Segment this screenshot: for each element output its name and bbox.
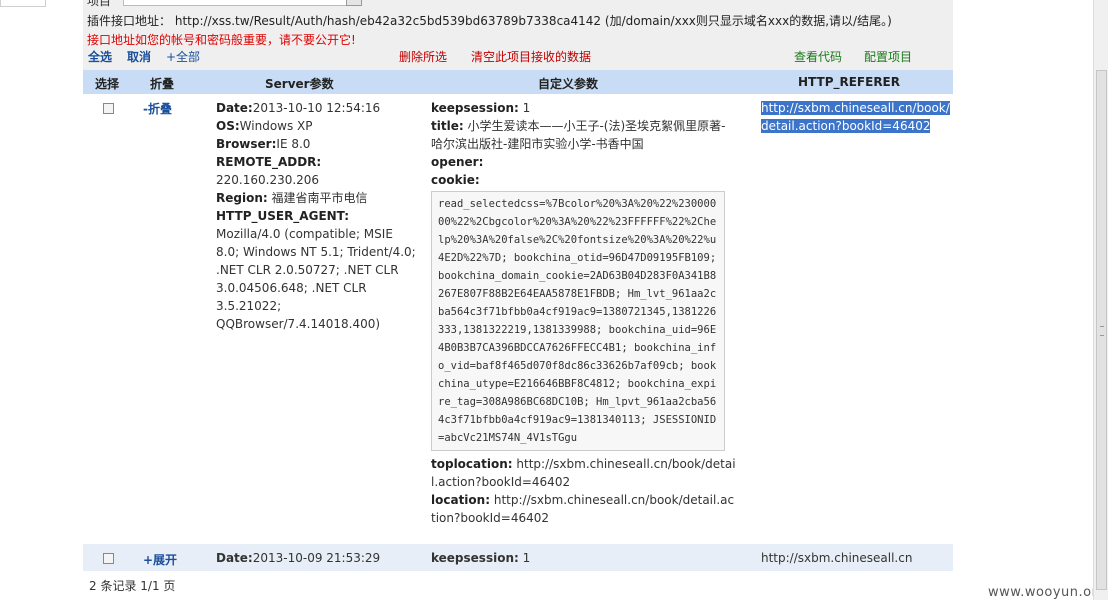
config-project-link[interactable]: 配置项目: [864, 48, 912, 65]
interface-warning: 接口地址如您的帐号和密码般重要，请不要公开它!: [87, 33, 356, 47]
http-referer-cell: http://sxbm.chineseall.cn/book/detail.ac…: [761, 99, 951, 135]
header-select: 选择: [95, 77, 120, 91]
keepsession-value: 1: [522, 551, 531, 565]
cookie-key: cookie:: [431, 173, 480, 187]
left-frame-edge: [0, 0, 46, 7]
keepsession-key: keepsession:: [431, 101, 519, 115]
remote-addr-key: REMOTE_ADDR:: [216, 155, 322, 169]
custom-params-cell: keepsession: 1: [431, 551, 530, 565]
cookie-value-box[interactable]: read_selectedcss=%7Bcolor%20%3A%20%22%23…: [431, 191, 725, 451]
keepsession-value: 1: [522, 101, 531, 115]
table-header: 选择 折叠 Server参数 自定义参数 HTTP_REFERER: [83, 70, 953, 94]
keepsession-key: keepsession:: [431, 551, 519, 565]
referer-value-selected[interactable]: http://sxbm.chineseall.cn/book/detail.ac…: [761, 101, 950, 133]
vertical-scrollbar[interactable]: [1093, 0, 1108, 600]
custom-params-cell: keepsession: 1 title: 小学生爱读本——小王子-(法)圣埃克…: [431, 99, 736, 527]
project-input-cut[interactable]: [123, 0, 350, 6]
interface-url: http://xss.tw/Result/Auth/hash/eb42a32c5…: [174, 14, 602, 28]
pagination-info: 2 条记录 1/1 页: [89, 579, 176, 593]
region-key: Region:: [216, 191, 268, 205]
scrollbar-grip-icon: [1100, 326, 1104, 336]
expand-all-link[interactable]: +全部: [166, 48, 200, 65]
date-value: 2013-10-09 21:53:29: [252, 551, 381, 565]
row-toggle-link[interactable]: -折叠: [143, 100, 172, 117]
delete-selected-link[interactable]: 删除所选: [399, 48, 447, 65]
region-value: 福建省南平市电信: [267, 191, 368, 205]
date-key: Date:: [216, 551, 253, 565]
row-toggle-link[interactable]: +展开: [143, 551, 177, 568]
interface-url-label: 插件接口地址：: [87, 14, 172, 28]
browser-key: Browser:: [216, 137, 277, 151]
header-http-referer: HTTP_REFERER: [798, 75, 900, 89]
server-params-cell: Date:2013-10-10 12:54:16 OS:Windows XP B…: [216, 99, 416, 333]
opener-key: opener:: [431, 155, 484, 169]
interface-url-line: 插件接口地址： http://xss.tw/Result/Auth/hash/e…: [87, 12, 892, 29]
row-checkbox[interactable]: [103, 553, 114, 564]
os-value: Windows XP: [239, 119, 313, 133]
date-key: Date:: [216, 101, 253, 115]
location-key: location:: [431, 493, 491, 507]
scrollbar-thumb[interactable]: [1096, 70, 1107, 590]
toplocation-key: toplocation:: [431, 457, 513, 471]
http-referer-cell: http://sxbm.chineseall.cn: [761, 551, 913, 565]
project-dropdown-cut[interactable]: [346, 0, 362, 6]
cancel-select-link[interactable]: 取消: [127, 48, 151, 65]
row-checkbox[interactable]: [103, 103, 114, 114]
watermark: www.wooyun.org: [987, 585, 1106, 600]
header-custom-params: 自定义参数: [538, 77, 599, 91]
title-key: title:: [431, 119, 464, 133]
clear-project-data-link[interactable]: 清空此项目接收的数据: [471, 48, 591, 65]
header-server-params: Server参数: [265, 77, 334, 91]
user-agent-key: HTTP_USER_AGENT:: [216, 209, 350, 223]
view-code-link[interactable]: 查看代码: [794, 48, 842, 65]
header-fold: 折叠: [150, 77, 175, 91]
os-key: OS:: [216, 119, 240, 133]
select-all-link[interactable]: 全选: [88, 48, 112, 65]
server-params-cell: Date:2013-10-09 21:53:29: [216, 551, 380, 565]
user-agent-value: Mozilla/4.0 (compatible; MSIE 8.0; Windo…: [216, 227, 416, 331]
interface-url-hint: (加/domain/xxx则只显示域名xxx的数据,请以/结尾。): [604, 14, 892, 28]
remote-addr-value: 220.160.230.206: [216, 173, 320, 187]
date-value: 2013-10-10 12:54:16: [252, 101, 381, 115]
title-value: 小学生爱读本——小王子-(法)圣埃克絮佩里原著-哈尔滨出版社-建阳市实验小学-书…: [431, 119, 726, 151]
project-label-cut: 项目: [87, 0, 112, 8]
browser-value: IE 8.0: [276, 137, 311, 151]
